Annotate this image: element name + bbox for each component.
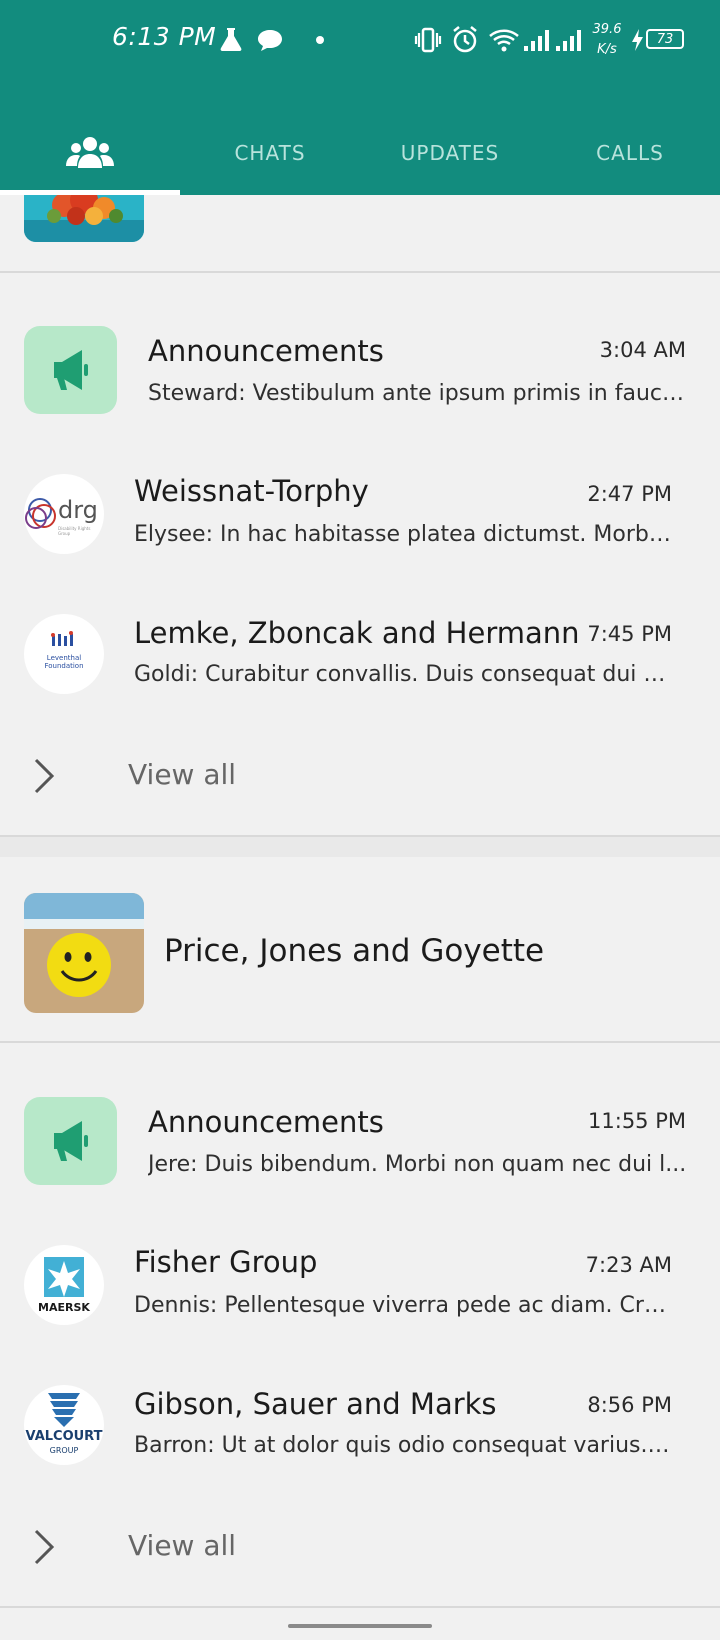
tab-communities[interactable] xyxy=(0,110,180,195)
status-time: 6:13 PM xyxy=(112,22,217,51)
flask-icon xyxy=(220,28,242,51)
community-header[interactable]: Price, Jones and Goyette xyxy=(0,857,720,1041)
message-preview: Goldi: Curabitur convallis. Duis consequ… xyxy=(134,662,674,687)
valcourt-logo-subtext: GROUP xyxy=(49,1446,79,1455)
header-overlay: 6:13 PM 39.6 K/s 73 CHATS UPDATES CALLS xyxy=(0,0,720,195)
tab-bar: CHATS UPDATES CALLS xyxy=(0,110,720,195)
list-item-announcements[interactable]: Announcements 3:04 AM Steward: Vestibulu… xyxy=(0,300,720,436)
status-bar: 6:13 PM 39.6 K/s 73 xyxy=(0,0,720,82)
community-name: Price, Jones and Goyette xyxy=(164,933,545,969)
active-tab-indicator xyxy=(0,190,180,195)
divider xyxy=(0,1606,720,1608)
tab-calls[interactable]: CALLS xyxy=(540,110,720,195)
group-title: Announcements xyxy=(148,334,384,368)
drg-logo: drg Disability Rights Group xyxy=(24,474,104,554)
gesture-navigation-bar[interactable] xyxy=(288,1624,432,1628)
message-time: 8:56 PM xyxy=(587,1393,672,1417)
maersk-logo-text: MAERSK xyxy=(38,1301,90,1314)
list-item-weissnat-torphy[interactable]: drg Disability Rights Group Weissnat-Tor… xyxy=(0,444,720,580)
announcement-badge xyxy=(24,1097,117,1185)
view-all-label: View all xyxy=(128,1529,237,1562)
notification-dot-icon xyxy=(316,36,324,44)
message-time: 2:47 PM xyxy=(587,482,672,506)
message-time: 3:04 AM xyxy=(599,338,686,362)
group-title: Lemke, Zboncak and Hermann xyxy=(134,616,580,650)
list-item-announcements[interactable]: Announcements 11:55 PM Jere: Duis bibend… xyxy=(0,1071,720,1207)
valcourt-logo: VALCOURT GROUP xyxy=(24,1385,104,1465)
vibrate-icon xyxy=(414,27,442,53)
message-preview: Jere: Duis bibendum. Morbi non quam nec … xyxy=(148,1152,687,1177)
foundation-logo-text: Leventhal Foundation xyxy=(44,654,84,670)
group-title: Fisher Group xyxy=(134,1245,318,1279)
megaphone-icon xyxy=(54,1121,88,1161)
message-preview: Dennis: Pellentesque viverra pede ac dia… xyxy=(134,1293,674,1318)
view-all-button[interactable]: View all xyxy=(0,1503,720,1593)
divider xyxy=(0,271,720,273)
maersk-logo: MAERSK xyxy=(24,1245,104,1325)
view-all-button[interactable]: View all xyxy=(0,732,720,822)
drg-logo-subtext: Disability Rights Group xyxy=(58,526,91,536)
community-image xyxy=(24,893,144,1013)
view-all-label: View all xyxy=(128,758,237,791)
message-time: 7:45 PM xyxy=(587,622,672,646)
tab-updates[interactable]: UPDATES xyxy=(360,110,540,195)
alarm-icon xyxy=(453,26,477,53)
group-title: Announcements xyxy=(148,1105,384,1139)
group-title: Weissnat-Torphy xyxy=(134,474,369,508)
chevron-right-icon xyxy=(34,1529,55,1565)
battery-level: 73 xyxy=(656,31,674,47)
message-preview: Steward: Vestibulum ante ipsum primis in… xyxy=(148,381,688,406)
group-title: Gibson, Sauer and Marks xyxy=(134,1387,497,1421)
network-speed: 39.6 K/s xyxy=(592,22,622,57)
smiley-beach-image xyxy=(24,893,144,1013)
divider xyxy=(0,1041,720,1043)
list-item-gibson-sauer-marks[interactable]: VALCOURT GROUP Gibson, Sauer and Marks 8… xyxy=(0,1355,720,1491)
foundation-logo: Leventhal Foundation xyxy=(24,614,104,694)
message-preview: Barron: Ut at dolor quis odio consequat … xyxy=(134,1433,674,1458)
list-item-fisher-group[interactable]: MAERSK Fisher Group 7:23 AM Dennis: Pell… xyxy=(0,1215,720,1351)
battery-icon: 73 xyxy=(646,29,684,49)
announcement-badge xyxy=(24,326,117,414)
section-gap xyxy=(0,837,720,857)
tab-chats[interactable]: CHATS xyxy=(180,110,360,195)
wifi-icon xyxy=(489,29,519,52)
signal-strength-icon xyxy=(524,30,549,51)
message-time: 7:23 AM xyxy=(585,1253,672,1277)
message-time: 11:55 PM xyxy=(588,1109,686,1133)
chevron-right-icon xyxy=(34,758,55,794)
drg-logo-text: drg xyxy=(58,496,98,524)
list-item-lemke-zboncak-hermann[interactable]: Leventhal Foundation Lemke, Zboncak and … xyxy=(0,584,720,720)
signal-strength-icon xyxy=(556,30,581,51)
communities-icon xyxy=(66,136,114,168)
charging-icon xyxy=(632,29,643,51)
message-preview: Elysee: In hac habitasse platea dictumst… xyxy=(134,522,674,547)
chat-bubble-icon xyxy=(258,30,282,51)
valcourt-logo-text: VALCOURT xyxy=(25,1429,103,1444)
megaphone-icon xyxy=(54,350,88,390)
